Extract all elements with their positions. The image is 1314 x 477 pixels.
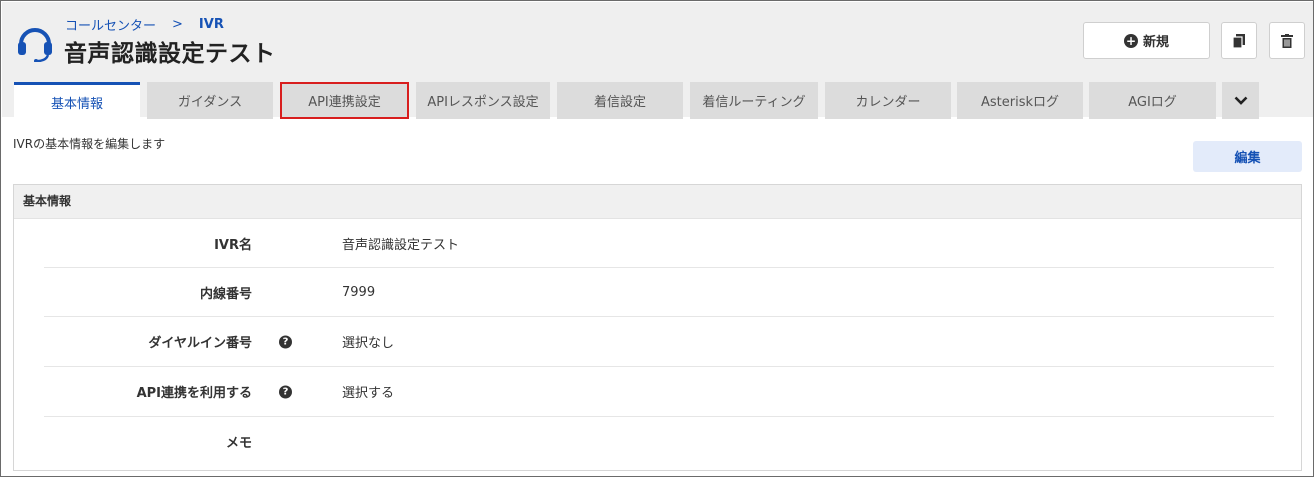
tab-api-response-settings[interactable]: APIレスポンス設定 <box>416 82 550 119</box>
headset-icon <box>18 28 52 62</box>
new-button-label: 新規 <box>1142 35 1169 50</box>
breadcrumb-separator: > <box>172 17 183 32</box>
tab-label: カレンダー <box>855 95 921 110</box>
tab-agi-log[interactable]: AGIログ <box>1089 82 1216 119</box>
tab-label: 着信ルーティング <box>702 95 806 110</box>
panel-title: 基本情報 <box>14 185 1301 219</box>
field-value: 選択する <box>342 386 395 401</box>
page-title: 音声認識設定テスト <box>64 41 276 67</box>
field-value: 7999 <box>342 284 376 300</box>
field-label: メモ <box>225 436 252 451</box>
tab-label: ガイダンス <box>177 95 243 110</box>
tab-label: Asteriskログ <box>980 95 1060 110</box>
field-value: 音声認識設定テスト <box>342 237 460 253</box>
help-icon[interactable]: ? <box>279 385 292 398</box>
tab-api-settings[interactable]: API連携設定 <box>280 82 409 119</box>
field-row-extension: 内線番号 7999 <box>44 268 1274 317</box>
new-button[interactable]: + 新規 <box>1083 22 1210 59</box>
tab-asterisk-log[interactable]: Asteriskログ <box>957 82 1083 119</box>
edit-button[interactable]: 編集 <box>1193 141 1302 172</box>
breadcrumb: コールセンター > IVR <box>65 15 224 34</box>
tab-label: 着信設定 <box>593 95 646 110</box>
chevron-down-icon <box>1234 96 1247 105</box>
tab-label: APIレスポンス設定 <box>427 95 539 110</box>
tab-basic-info[interactable]: 基本情報 <box>14 82 140 119</box>
breadcrumb-current[interactable]: IVR <box>199 17 224 32</box>
field-row-ivr-name: IVR名 音声認識設定テスト <box>44 219 1274 268</box>
tab-calendar[interactable]: カレンダー <box>825 82 951 119</box>
field-label: 内線番号 <box>199 286 252 302</box>
field-row-memo: メモ <box>44 417 1274 466</box>
tab-label: 基本情報 <box>50 96 103 112</box>
plus-circle-icon: + <box>1123 33 1138 48</box>
field-label: IVR名 <box>214 237 252 253</box>
tab-label: AGIログ <box>1128 95 1177 110</box>
help-icon[interactable]: ? <box>279 335 292 348</box>
field-value: 選択なし <box>342 336 395 351</box>
delete-button[interactable] <box>1269 22 1305 59</box>
basic-info-panel: 基本情報 IVR名 音声認識設定テスト 内線番号 7999 ダイヤルイン番号 ?… <box>13 184 1302 471</box>
field-row-dial-in: ダイヤルイン番号 ? 選択なし <box>44 317 1274 367</box>
tab-guidance[interactable]: ガイダンス <box>147 82 273 119</box>
copy-icon <box>1233 33 1245 48</box>
more-tabs-button[interactable] <box>1222 82 1259 119</box>
field-label: ダイヤルイン番号 <box>148 336 252 351</box>
page-description: IVRの基本情報を編集します <box>13 137 166 151</box>
tab-label: API連携設定 <box>308 95 381 110</box>
ivr-page: コールセンター > IVR 音声認識設定テスト + 新規 基本情報 ガイダンス … <box>0 0 1314 477</box>
field-label: API連携を利用する <box>136 386 252 401</box>
copy-button[interactable] <box>1221 22 1257 59</box>
tab-incoming-routing[interactable]: 着信ルーティング <box>690 82 818 119</box>
field-row-api-use: API連携を利用する ? 選択する <box>44 367 1274 417</box>
breadcrumb-parent-link[interactable]: コールセンター <box>65 15 156 34</box>
trash-icon <box>1281 33 1293 48</box>
page-header: コールセンター > IVR 音声認識設定テスト + 新規 基本情報 ガイダンス … <box>2 2 1313 119</box>
tab-incoming-settings[interactable]: 着信設定 <box>557 82 683 119</box>
